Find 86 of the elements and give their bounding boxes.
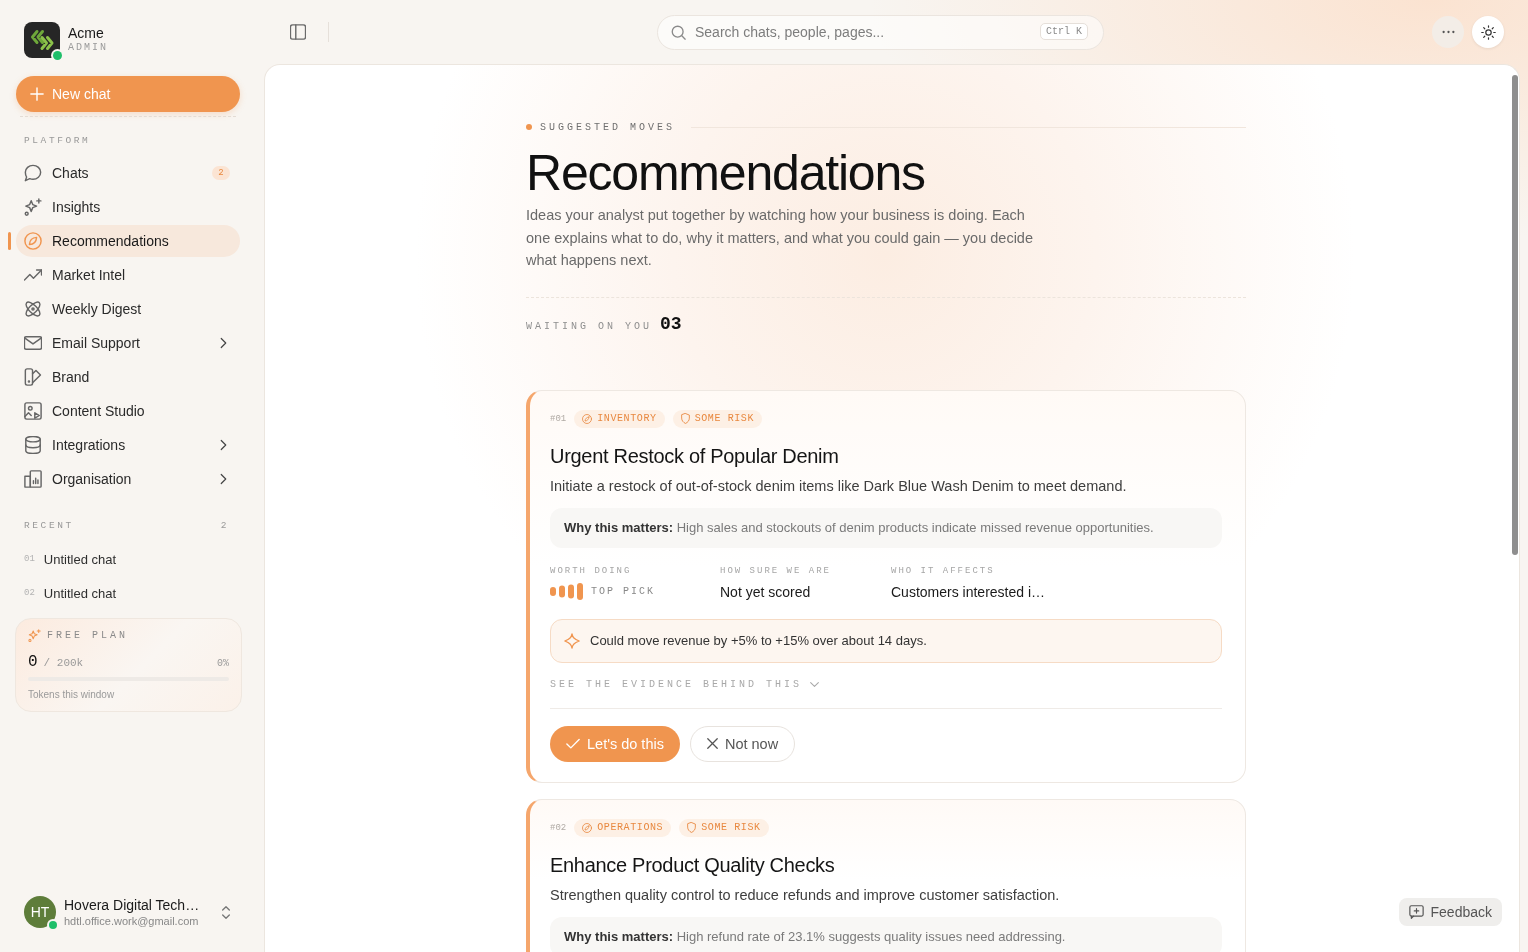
scrollbar-thumb[interactable]: [1512, 75, 1518, 555]
database-icon: [24, 436, 42, 454]
feedback-button[interactable]: Feedback: [1398, 898, 1502, 926]
page-description: Ideas your analyst put together by watching how your business is doing. Each one explains what to do, why it matters, and what you could gain — you decide what happens next.: [526, 206, 1034, 270]
gain-text: Could move revenue by +5% to +15% over about 14 days.: [590, 633, 927, 648]
card-number: #01: [550, 413, 567, 424]
nav-item[interactable]: Content Studio: [16, 395, 240, 427]
avatar: HT: [24, 896, 56, 928]
tokens-used: 0: [28, 653, 38, 671]
envelope-icon: [24, 334, 42, 352]
chevron-right-icon: [219, 439, 228, 451]
score-label: TOP PICK: [591, 586, 655, 597]
app-name: Acme: [68, 25, 105, 41]
user-email: hdtl.office.work@gmail.com: [64, 913, 200, 928]
nav-item[interactable]: Weekly Digest: [16, 293, 240, 325]
tokens-percent: 0%: [217, 658, 229, 669]
stat-value: Not yet scored: [720, 583, 811, 600]
recent-chat-item[interactable]: 01 Untitled chat: [16, 543, 240, 575]
image-play-icon: [24, 402, 42, 420]
card-title: Urgent Restock of Popular Denim: [550, 443, 840, 469]
user-name: Hovera Digital Tech…: [64, 896, 200, 914]
recent-chat-item[interactable]: 02 Untitled chat: [16, 577, 240, 609]
sparkle-icon: [564, 632, 580, 649]
eyebrow-label: SUGGESTED MOVES: [540, 121, 675, 133]
shield-icon: [680, 413, 690, 424]
nav-item[interactable]: Insights: [16, 191, 240, 223]
category-label: INVENTORY: [597, 413, 657, 424]
category-label: OPERATIONS: [597, 822, 664, 833]
building-icon: [24, 470, 42, 488]
waiting-label: WAITING ON YOU: [526, 320, 652, 332]
dismiss-button[interactable]: Not now: [689, 725, 796, 762]
risk-label: SOME RISK: [701, 822, 761, 833]
sparkles-icon: [24, 198, 42, 216]
stat-label: HOW SURE WE ARE: [720, 564, 832, 577]
more-icon: [1441, 30, 1455, 34]
sun-icon: [1480, 24, 1496, 40]
nav-item[interactable]: Chats 2: [16, 157, 240, 189]
nav-item[interactable]: Brand: [16, 361, 240, 393]
dot-icon: [526, 124, 532, 130]
stat-label: WORTH DOING: [550, 564, 633, 577]
compass-icon: [582, 413, 593, 424]
trend-line-icon: [24, 266, 42, 284]
atom-icon: [24, 300, 42, 318]
tokens-limit: / 200k: [43, 657, 84, 669]
waiting-count: 03: [660, 313, 682, 334]
card-number: #02: [550, 822, 567, 833]
sidebar-toggle-icon[interactable]: [290, 24, 306, 40]
theme-toggle-button[interactable]: [1472, 16, 1504, 48]
swatch-book-icon: [24, 368, 42, 386]
nav-item[interactable]: Recommendations: [16, 225, 240, 257]
chevron-right-icon: [219, 337, 228, 349]
nav-item[interactable]: Organisation: [16, 463, 240, 495]
check-icon: [566, 738, 580, 749]
risk-label: SOME RISK: [694, 413, 755, 424]
sparkles-icon: [28, 628, 41, 642]
plan-label: FREE PLAN: [47, 629, 128, 641]
stat-value: Customers interested i…: [891, 583, 1046, 600]
active-indicator: [8, 232, 11, 250]
app-role: ADMIN: [68, 41, 108, 55]
nav-item[interactable]: Market Intel: [16, 259, 240, 291]
count-badge: 2: [212, 166, 230, 180]
shield-icon: [687, 822, 697, 833]
why-note: Why this matters: High refund rate of 23.1% suggests quality issues need addressing.: [550, 916, 1222, 952]
chevron-up-down-icon[interactable]: [221, 904, 231, 920]
recent-count: 2: [220, 521, 229, 531]
card-title: Enhance Product Quality Checks: [550, 852, 836, 878]
search-icon: [671, 24, 686, 40]
close-icon: [706, 738, 718, 749]
why-note: Why this matters: High sales and stockouts of denim products indicate missed revenue opportunities.: [550, 507, 1222, 548]
stat-label: WHO IT AFFECTS: [891, 564, 996, 577]
section-label: RECENT: [24, 521, 74, 531]
card-summary: Strengthen quality control to reduce refunds and improve customer satisfaction.: [550, 885, 1061, 905]
chat-bubble-icon: [24, 164, 42, 182]
nav-item[interactable]: Email Support: [16, 327, 240, 359]
plan-caption: Tokens this window: [28, 689, 116, 701]
logo-icon: [24, 22, 60, 58]
nav-item[interactable]: Integrations: [16, 429, 240, 461]
compass-icon: [582, 822, 593, 833]
plus-icon: [30, 87, 44, 101]
chevron-right-icon: [219, 473, 228, 485]
compass-icon: [24, 232, 42, 250]
card-summary: Initiate a restock of out-of-stock denim items like Dark Blue Wash Denim to meet demand.: [550, 476, 1128, 496]
shortcut-key: Ctrl K: [1040, 22, 1088, 40]
feedback-icon: [1408, 905, 1424, 919]
page-title: Recommendations: [526, 145, 926, 201]
section-label: PLATFORM: [24, 136, 92, 146]
